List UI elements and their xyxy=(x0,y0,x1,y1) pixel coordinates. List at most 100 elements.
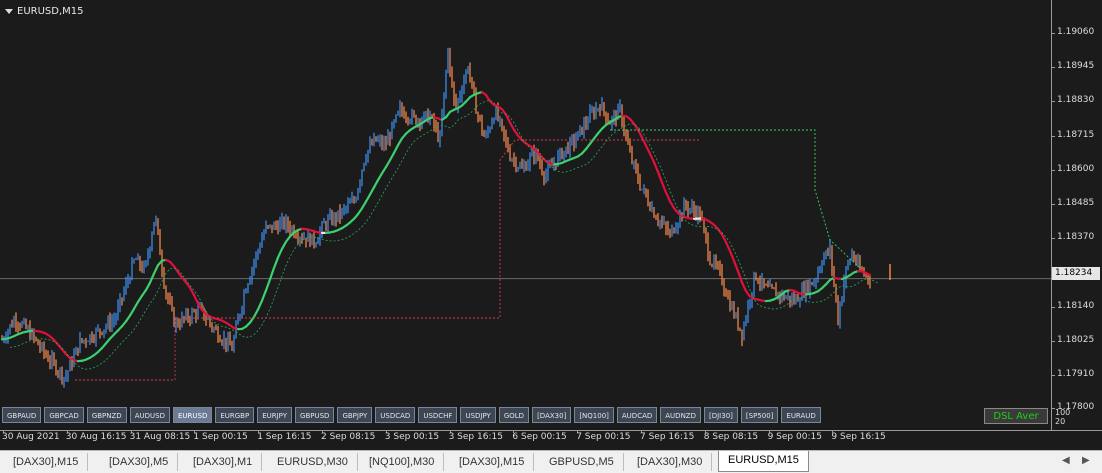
ma-segment xyxy=(150,274,154,283)
symbol-button-audnzd[interactable]: AUDNZD xyxy=(660,407,701,423)
symbol-button-eurjpy[interactable]: EURJPY xyxy=(257,407,292,423)
ma-segment xyxy=(510,123,514,130)
ma-segment xyxy=(190,288,194,295)
y-tick-label: 1.18600 xyxy=(1057,164,1094,174)
symbol-button-gbpjpy[interactable]: GBPJPY xyxy=(337,407,372,423)
y-tick-mark xyxy=(1051,136,1055,137)
x-tick-label: 1 Sep 00:15 xyxy=(193,432,247,442)
chart-tab-0[interactable]: [DAX30],M15 xyxy=(4,453,88,471)
ma-segment xyxy=(642,138,646,146)
symbol-button-gold[interactable]: GOLD xyxy=(499,407,529,423)
ma-segment xyxy=(658,172,662,183)
symbol-title-text: EURUSD,M15 xyxy=(17,6,83,17)
ma-segment xyxy=(390,153,394,160)
ma-segment xyxy=(134,302,138,309)
ma-segment xyxy=(666,192,670,201)
ma-segment xyxy=(194,295,198,304)
symbol-button-bar: GBPAUDGBPCADGBPNZDAUDUSDEURUSDEURGBPEURJ… xyxy=(2,407,821,425)
ma-segment xyxy=(398,138,402,145)
chart-tab-4[interactable]: [NQ100],M30 xyxy=(360,453,444,471)
symbol-button-audusd[interactable]: AUDUSD xyxy=(130,407,170,423)
y-tick-label: 1.19060 xyxy=(1057,27,1094,37)
y-tick-mark xyxy=(1051,67,1055,68)
chart-tab-8[interactable]: EURUSD,M15 xyxy=(718,451,809,472)
x-tick-label: 8 Sep 08:15 xyxy=(704,432,758,442)
ma-segment xyxy=(154,265,158,273)
x-tick-label: 9 Sep 16:15 xyxy=(831,432,885,442)
subwindow-level-100: 100 xyxy=(1055,408,1070,417)
symbol-button-gbpnzd[interactable]: GBPNZD xyxy=(87,407,127,423)
ma-segment xyxy=(258,301,262,310)
chart-tab-1[interactable]: [DAX30],M5 xyxy=(100,453,178,471)
chart-tab-7[interactable]: [DAX30],M30 xyxy=(628,453,712,471)
dropdown-caret-icon[interactable] xyxy=(5,9,13,14)
dsl-indicator-label: DSL Aver xyxy=(984,408,1048,424)
ma-segment xyxy=(734,261,738,271)
x-tick-label: 3 Sep 16:15 xyxy=(449,432,503,442)
y-tick-mark xyxy=(1051,101,1055,102)
ma-segment xyxy=(738,271,742,282)
chart-window[interactable]: EURUSD,M15 1.190601.189451.188301.187151… xyxy=(0,0,1102,450)
ma-segment xyxy=(394,145,398,153)
x-tick-label: 3 Sep 00:15 xyxy=(385,432,439,442)
chart-tab-6[interactable]: GBPUSD,M5 xyxy=(540,453,624,471)
chart-tab-3[interactable]: EURUSD,M30 xyxy=(268,453,358,471)
ma-segment xyxy=(650,154,654,163)
chart-tab-5[interactable]: [DAX30],M15 xyxy=(450,453,534,471)
y-tick-mark xyxy=(1051,307,1055,308)
x-tick-label: 7 Sep 00:15 xyxy=(576,432,630,442)
ma-segment xyxy=(726,242,730,251)
symbol-button-usdcad[interactable]: USDCAD xyxy=(375,407,415,423)
ma-segment xyxy=(730,251,734,261)
symbol-button-usdchf[interactable]: USDCHF xyxy=(418,407,457,423)
ma-segment xyxy=(254,310,258,317)
ma-segment xyxy=(378,173,382,180)
symbol-button-gbpusd[interactable]: GBPUSD xyxy=(295,407,334,423)
tab-scroll-right-icon[interactable]: ▶ xyxy=(1082,455,1090,466)
dsl-band-line xyxy=(10,100,878,369)
tab-scroll-left-icon[interactable]: ◀ xyxy=(1062,455,1070,466)
symbol-button-eurgbp[interactable]: EURGBP xyxy=(215,407,254,423)
symbol-button-usdjpy[interactable]: USDJPY xyxy=(460,407,495,423)
chart-tab-bar: ◀ ▶ [DAX30],M15 [DAX30],M5 [DAX30],M1 EURUS… xyxy=(0,450,1102,473)
symbol-button-gbpaud[interactable]: GBPAUD xyxy=(2,407,41,423)
x-tick-label: 30 Aug 16:15 xyxy=(66,432,127,442)
y-tick-mark xyxy=(1051,170,1055,171)
symbol-button-dji30[interactable]: [DJI30] xyxy=(704,407,738,423)
chart-symbol-title[interactable]: EURUSD,M15 xyxy=(5,6,83,17)
ma-segment xyxy=(382,167,386,173)
ma-segment xyxy=(374,180,378,187)
ma-segment xyxy=(370,187,374,194)
symbol-button-gbpcad[interactable]: GBPCAD xyxy=(44,407,84,423)
symbol-button-audcad[interactable]: AUDCAD xyxy=(617,407,657,423)
ma-segment xyxy=(138,296,142,302)
symbol-button-sp500[interactable]: [SP500] xyxy=(741,407,779,423)
ma-segment xyxy=(266,279,270,290)
ma-segment xyxy=(662,183,666,193)
y-tick-label: 1.18715 xyxy=(1057,130,1094,140)
symbol-button-eurusd[interactable]: EURUSD xyxy=(173,407,212,423)
ma-segment xyxy=(270,268,274,279)
ma-segment xyxy=(742,282,746,291)
subwindow-level-20: 20 xyxy=(1055,417,1065,426)
ma-segment xyxy=(274,258,278,268)
ma-segment xyxy=(282,242,286,249)
y-tick-label: 1.18945 xyxy=(1057,61,1094,71)
x-tick-label: 1 Sep 16:15 xyxy=(257,432,311,442)
x-tick-label: 30 Aug 2021 xyxy=(2,432,60,442)
price-chart[interactable] xyxy=(0,0,1102,430)
symbol-button-nq100[interactable]: [NQ100] xyxy=(574,407,614,423)
ma-segment xyxy=(366,195,370,202)
symbol-button-euraud[interactable]: EURAUD xyxy=(781,407,820,423)
ma-segment xyxy=(146,283,150,290)
ma-segment xyxy=(670,201,674,208)
symbol-button-dax30[interactable]: [DAX30] xyxy=(532,407,571,423)
ma-segment xyxy=(646,146,650,154)
y-tick-label: 1.17910 xyxy=(1057,369,1094,379)
chart-tab-2[interactable]: [DAX30],M1 xyxy=(184,453,262,471)
ma-segment xyxy=(362,202,366,209)
y-tick-mark xyxy=(1051,204,1055,205)
x-tick-label: 2 Sep 08:15 xyxy=(321,432,375,442)
y-tick-mark xyxy=(1051,238,1055,239)
x-tick-label: 7 Sep 16:15 xyxy=(640,432,694,442)
